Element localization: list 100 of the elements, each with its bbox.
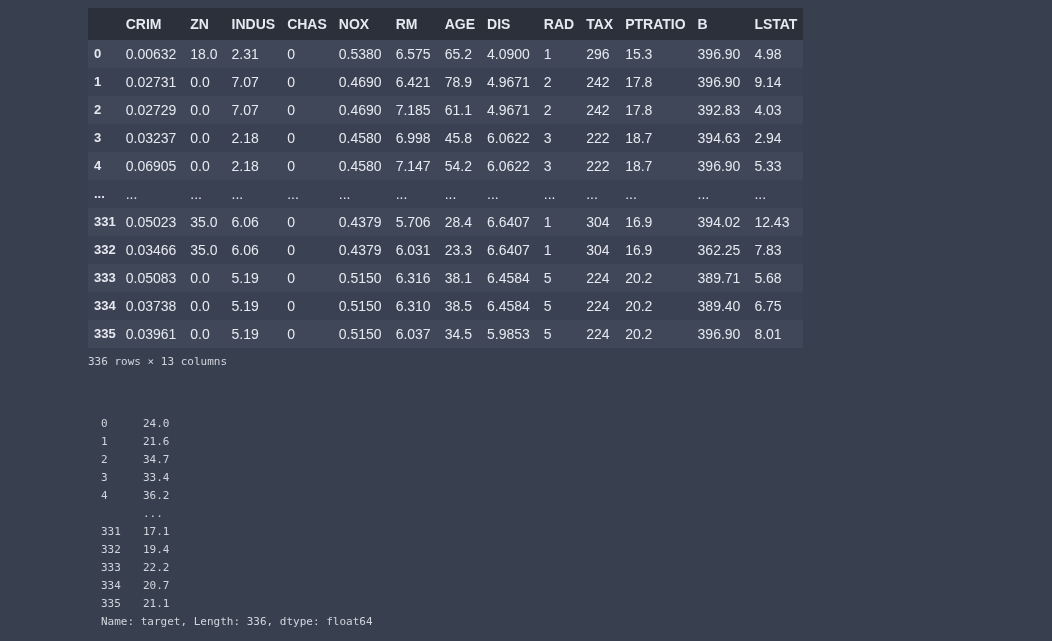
table-cell: 0 xyxy=(281,124,333,152)
table-cell: 0.06905 xyxy=(119,152,185,180)
table-cell: ... xyxy=(119,180,185,208)
series-index: 331 xyxy=(101,523,122,540)
table-cell: 9.14 xyxy=(748,68,804,96)
table-cell: 6.4584 xyxy=(481,264,538,292)
series-index: 333 xyxy=(101,559,122,576)
table-cell: 0.03237 xyxy=(119,124,185,152)
series-value: 34.7 xyxy=(143,451,170,468)
table-cell: 6.6407 xyxy=(481,236,538,264)
table-cell: 224 xyxy=(580,264,620,292)
table-cell: 5.19 xyxy=(225,292,282,320)
table-cell: 65.2 xyxy=(438,40,481,68)
table-cell: ... xyxy=(332,180,390,208)
column-header: ZN xyxy=(184,8,226,40)
table-cell: ... xyxy=(389,180,439,208)
table-cell: 0.4580 xyxy=(332,124,390,152)
table-cell: 17.8 xyxy=(619,68,692,96)
table-cell: 16.9 xyxy=(619,236,692,264)
table-cell: 5.33 xyxy=(748,152,804,180)
table-cell: 396.90 xyxy=(691,40,749,68)
table-cell: 304 xyxy=(580,208,620,236)
table-cell: 304 xyxy=(580,236,620,264)
table-cell: 6.0622 xyxy=(481,124,538,152)
table-cell: 5.19 xyxy=(225,320,282,348)
table-cell: 0 xyxy=(281,236,333,264)
table-cell: 6.75 xyxy=(748,292,804,320)
table-cell: 296 xyxy=(580,40,620,68)
series-index: 4 xyxy=(101,487,109,504)
table-cell: 23.3 xyxy=(438,236,481,264)
table-cell: 5.706 xyxy=(389,208,439,236)
series-value: ... xyxy=(143,505,163,522)
table-cell: 389.40 xyxy=(691,292,749,320)
table-cell: 20.2 xyxy=(619,264,692,292)
table-cell: 0.03961 xyxy=(119,320,185,348)
table-cell: 1 xyxy=(537,208,581,236)
table-cell: 0.0 xyxy=(184,68,226,96)
table-cell: 6.6407 xyxy=(481,208,538,236)
table-cell: 5 xyxy=(537,320,581,348)
table-cell: 5.9853 xyxy=(481,320,538,348)
row-index: 3 xyxy=(88,124,120,152)
table-cell: 0.4690 xyxy=(332,68,390,96)
row-index: 4 xyxy=(88,152,120,180)
column-header: NOX xyxy=(332,8,390,40)
table-cell: 0.00632 xyxy=(119,40,185,68)
series-value: 19.4 xyxy=(143,541,170,558)
table-cell: 0.05083 xyxy=(119,264,185,292)
table-cell: 20.2 xyxy=(619,292,692,320)
table-cell: 0.03738 xyxy=(119,292,185,320)
table-cell: 18.7 xyxy=(619,152,692,180)
row-index: 333 xyxy=(88,264,120,292)
series-value: 22.2 xyxy=(143,559,170,576)
table-cell: 7.185 xyxy=(389,96,439,124)
table-cell: ... xyxy=(438,180,481,208)
table-cell: 0 xyxy=(281,320,333,348)
series-value: 21.6 xyxy=(143,433,170,450)
table-cell: ... xyxy=(691,180,749,208)
table-cell: 8.01 xyxy=(748,320,804,348)
table-cell: 6.037 xyxy=(389,320,439,348)
table-cell: ... xyxy=(580,180,620,208)
column-header: LSTAT xyxy=(748,8,804,40)
table-cell: 222 xyxy=(580,124,620,152)
table-cell: 54.2 xyxy=(438,152,481,180)
series-value: 20.7 xyxy=(143,577,170,594)
row-index: 331 xyxy=(88,208,120,236)
table-cell: 0.0 xyxy=(184,152,226,180)
table-cell: 0.4379 xyxy=(332,236,390,264)
table-cell: 7.83 xyxy=(748,236,804,264)
table-cell: 0.5150 xyxy=(332,264,390,292)
column-header: CHAS xyxy=(281,8,333,40)
column-header: B xyxy=(691,8,749,40)
table-cell: 5 xyxy=(537,292,581,320)
table-cell: 3 xyxy=(537,152,581,180)
table-cell: 16.9 xyxy=(619,208,692,236)
row-index: 2 xyxy=(88,96,120,124)
column-header: AGE xyxy=(438,8,481,40)
table-cell: 0.02731 xyxy=(119,68,185,96)
table-cell: 0.0 xyxy=(184,292,226,320)
table-cell: 6.031 xyxy=(389,236,439,264)
series-footer: Name: target, Length: 336, dtype: float64 xyxy=(101,612,373,631)
table-cell: 396.90 xyxy=(691,152,749,180)
table-cell: 0.5150 xyxy=(332,320,390,348)
series-value: 21.1 xyxy=(143,595,170,612)
row-index: ... xyxy=(88,180,120,208)
table-cell: ... xyxy=(619,180,692,208)
table-cell: 3 xyxy=(537,124,581,152)
table-cell: 396.90 xyxy=(691,320,749,348)
table-cell: 4.9671 xyxy=(481,96,538,124)
table-cell: 4.98 xyxy=(748,40,804,68)
table-cell: 5.68 xyxy=(748,264,804,292)
series-value: 17.1 xyxy=(143,523,170,540)
table-cell: 0 xyxy=(281,68,333,96)
table-cell: 222 xyxy=(580,152,620,180)
table-cell: ... xyxy=(748,180,804,208)
row-index: 335 xyxy=(88,320,120,348)
table-cell: 20.2 xyxy=(619,320,692,348)
table-cell: ... xyxy=(281,180,333,208)
table-cell: 28.4 xyxy=(438,208,481,236)
series-index: 335 xyxy=(101,595,122,612)
table-cell: 18.0 xyxy=(184,40,226,68)
